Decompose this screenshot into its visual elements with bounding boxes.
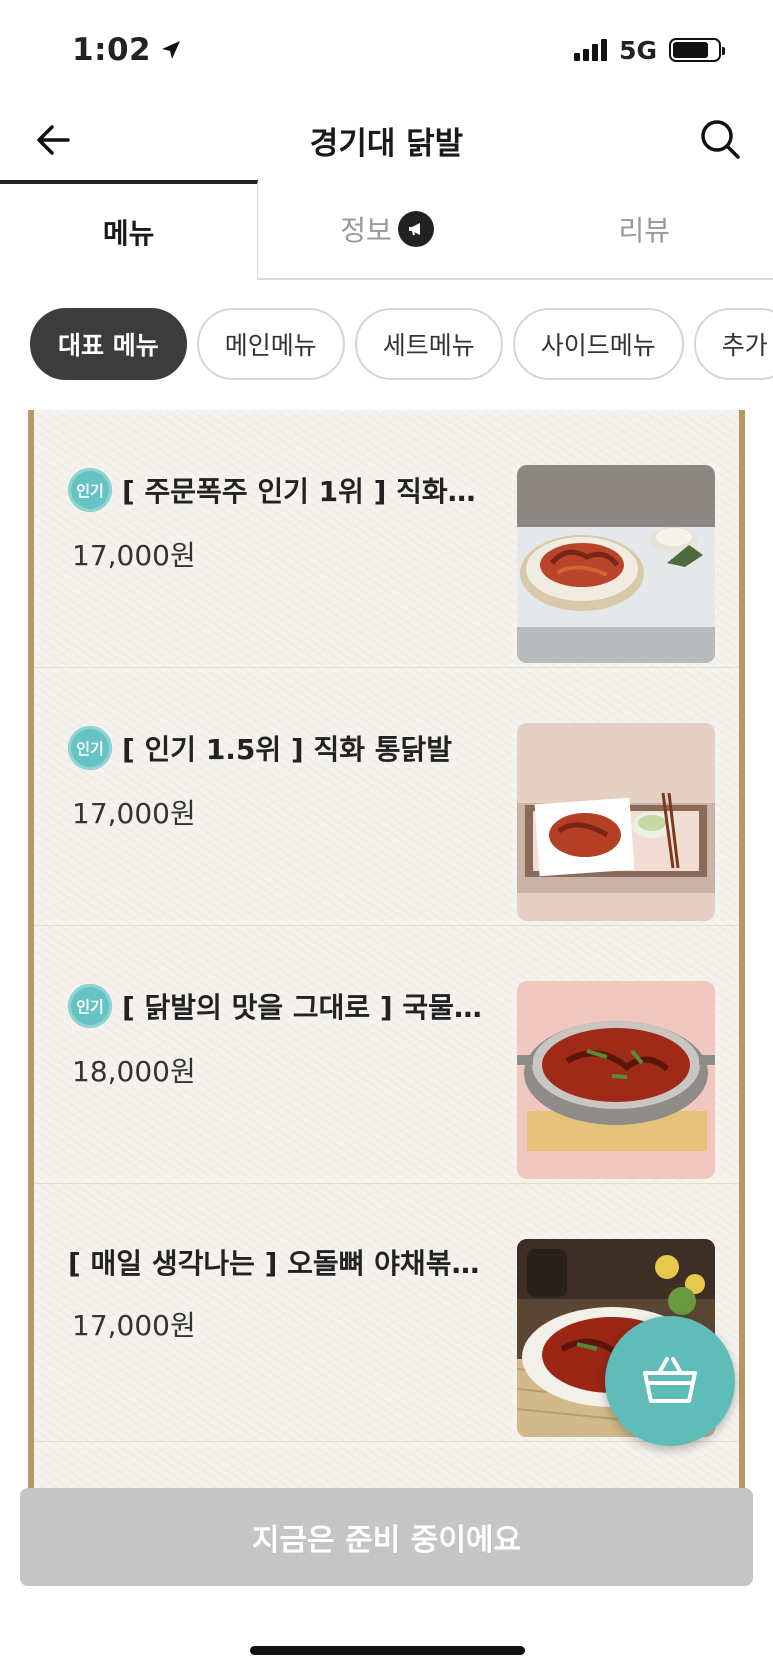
tab-menu[interactable]: 메뉴 <box>0 180 259 280</box>
cart-button[interactable] <box>605 1316 735 1446</box>
nav-bar: 경기대 닭발 <box>0 100 773 180</box>
popular-badge: 인기 <box>68 726 112 770</box>
menu-item-image <box>517 465 715 663</box>
menu-item-price: 18,000원 <box>72 1055 196 1088</box>
menu-item[interactable]: 인기 [ 닭발의 맛을 그대로 ] 국물… 18,000원 <box>34 926 739 1184</box>
page-title: 경기대 닭발 <box>309 125 464 162</box>
chip-featured-menu[interactable]: 대표 메뉴 <box>30 308 187 380</box>
status-time-text: 1:02 <box>72 32 152 68</box>
location-arrow-icon <box>162 41 181 59</box>
menu-item[interactable]: 인기 [ 주문폭주 인기 1위 ] 직화… 17,000원 <box>34 410 739 668</box>
menu-item-price: 17,000원 <box>72 1309 196 1342</box>
status-bar: 1:02 5G <box>0 0 773 100</box>
tab-menu-label: 메뉴 <box>102 217 155 250</box>
popular-badge: 인기 <box>68 468 112 512</box>
network-type: 5G <box>619 35 657 65</box>
tab-bar: 메뉴 정보 리뷰 <box>0 180 773 280</box>
chip-side-menu[interactable]: 사이드메뉴 <box>512 308 684 380</box>
popular-badge: 인기 <box>68 984 112 1028</box>
status-time: 1:02 <box>72 32 183 68</box>
basket-icon <box>643 1357 697 1403</box>
menu-item-image <box>517 723 715 921</box>
megaphone-icon <box>397 211 434 247</box>
menu-item-image <box>517 981 715 1179</box>
status-indicators: 5G <box>574 35 725 65</box>
menu-item-name: [ 주문폭주 인기 1위 ] 직화… <box>122 475 476 508</box>
arrow-left-icon[interactable] <box>32 118 76 162</box>
search-icon[interactable] <box>697 116 743 162</box>
tab-review-label: 리뷰 <box>618 214 671 247</box>
menu-item[interactable]: 인기 [ 인기 1.5위 ] 직화 통닭발 17,000원 <box>34 668 739 926</box>
order-button-disabled[interactable]: 지금은 준비 중이에요 <box>20 1488 753 1586</box>
tab-review[interactable]: 리뷰 <box>515 180 773 280</box>
menu-item-price: 17,000원 <box>72 797 196 830</box>
battery-icon <box>669 38 725 62</box>
menu-item-name: [ 닭발의 맛을 그대로 ] 국물… <box>122 991 482 1024</box>
menu-item-name: [ 인기 1.5위 ] 직화 통닭발 <box>122 733 453 766</box>
home-indicator <box>250 1646 525 1655</box>
tab-info[interactable]: 정보 <box>258 180 516 280</box>
category-chips: 대표 메뉴 메인메뉴 세트메뉴 사이드메뉴 추가 <box>30 308 773 380</box>
tab-info-label: 정보 <box>340 214 392 247</box>
signal-icon <box>574 39 608 61</box>
chip-extra[interactable]: 추가 <box>693 308 773 380</box>
chip-set-menu[interactable]: 세트메뉴 <box>354 308 503 380</box>
menu-item-price: 17,000원 <box>72 539 196 572</box>
order-button-label: 지금은 준비 중이에요 <box>251 1523 522 1558</box>
menu-item-name: [ 매일 생각나는 ] 오돌뼈 야채볶… <box>68 1247 480 1280</box>
chip-main-menu[interactable]: 메인메뉴 <box>196 308 345 380</box>
